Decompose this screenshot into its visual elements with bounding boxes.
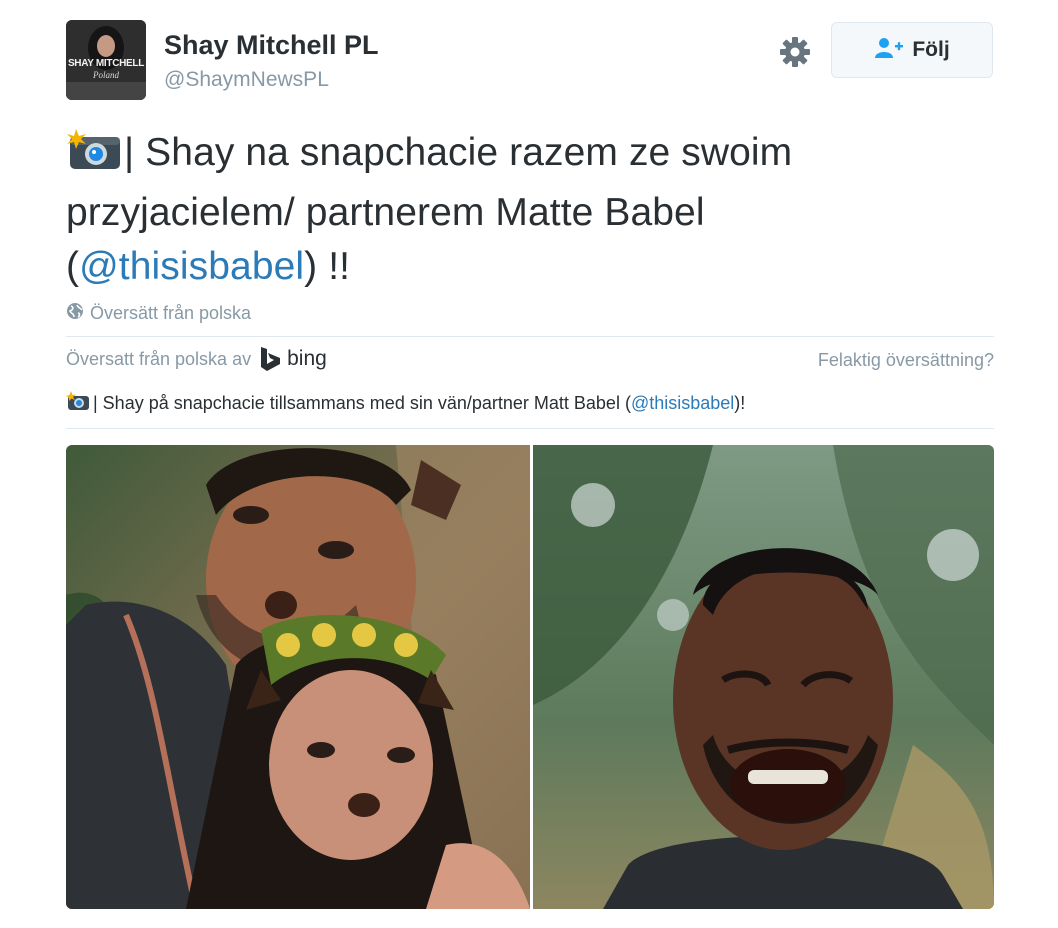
- translated-text-end: )!: [734, 393, 746, 413]
- translated-text: | Shay på snapchacie tillsammans med sin…: [66, 391, 745, 416]
- wrong-translation-link[interactable]: Felaktig översättning?: [818, 350, 994, 371]
- follow-button-label: Följ: [912, 38, 950, 61]
- tweet-text-end: ) !!: [304, 245, 351, 288]
- translated-mention-link[interactable]: @thisisbabel: [631, 393, 734, 414]
- camera-with-flash-icon: [66, 127, 122, 186]
- translated-by-label: Översatt från polska av: [66, 348, 252, 369]
- add-user-icon: [874, 37, 904, 64]
- tweet-photo-2[interactable]: [533, 445, 994, 909]
- user-handle[interactable]: @ShaymNewsPL: [164, 68, 329, 92]
- divider: [66, 428, 994, 429]
- avatar-logo-subtext: Poland: [93, 70, 119, 80]
- bing-logo-text: bing: [287, 347, 327, 370]
- translated-text-part: | Shay på snapchacie tillsammans med sin…: [93, 393, 631, 413]
- bing-logo: bing: [259, 346, 327, 372]
- translate-link-label: Översätt från polska: [90, 303, 252, 323]
- display-name[interactable]: Shay Mitchell PL: [164, 30, 379, 61]
- tweet-text: | Shay na snapchacie razem ze swoim przy…: [66, 126, 966, 294]
- tweet-mention-link[interactable]: @thisisbabel: [79, 245, 304, 288]
- translate-link[interactable]: Översätt från polska: [66, 302, 251, 325]
- translated-by: Översatt från polska av bing: [66, 346, 327, 372]
- tweet-photo-1[interactable]: [66, 445, 530, 909]
- follow-button[interactable]: Följ: [831, 22, 993, 78]
- globe-icon: [66, 302, 84, 325]
- gear-icon[interactable]: [777, 34, 813, 70]
- avatar-logo-text: SHAY MITCHELL: [67, 58, 145, 69]
- camera-with-flash-icon: [66, 391, 90, 416]
- divider: [66, 336, 994, 337]
- avatar[interactable]: SHAY MITCHELL Poland: [66, 20, 146, 100]
